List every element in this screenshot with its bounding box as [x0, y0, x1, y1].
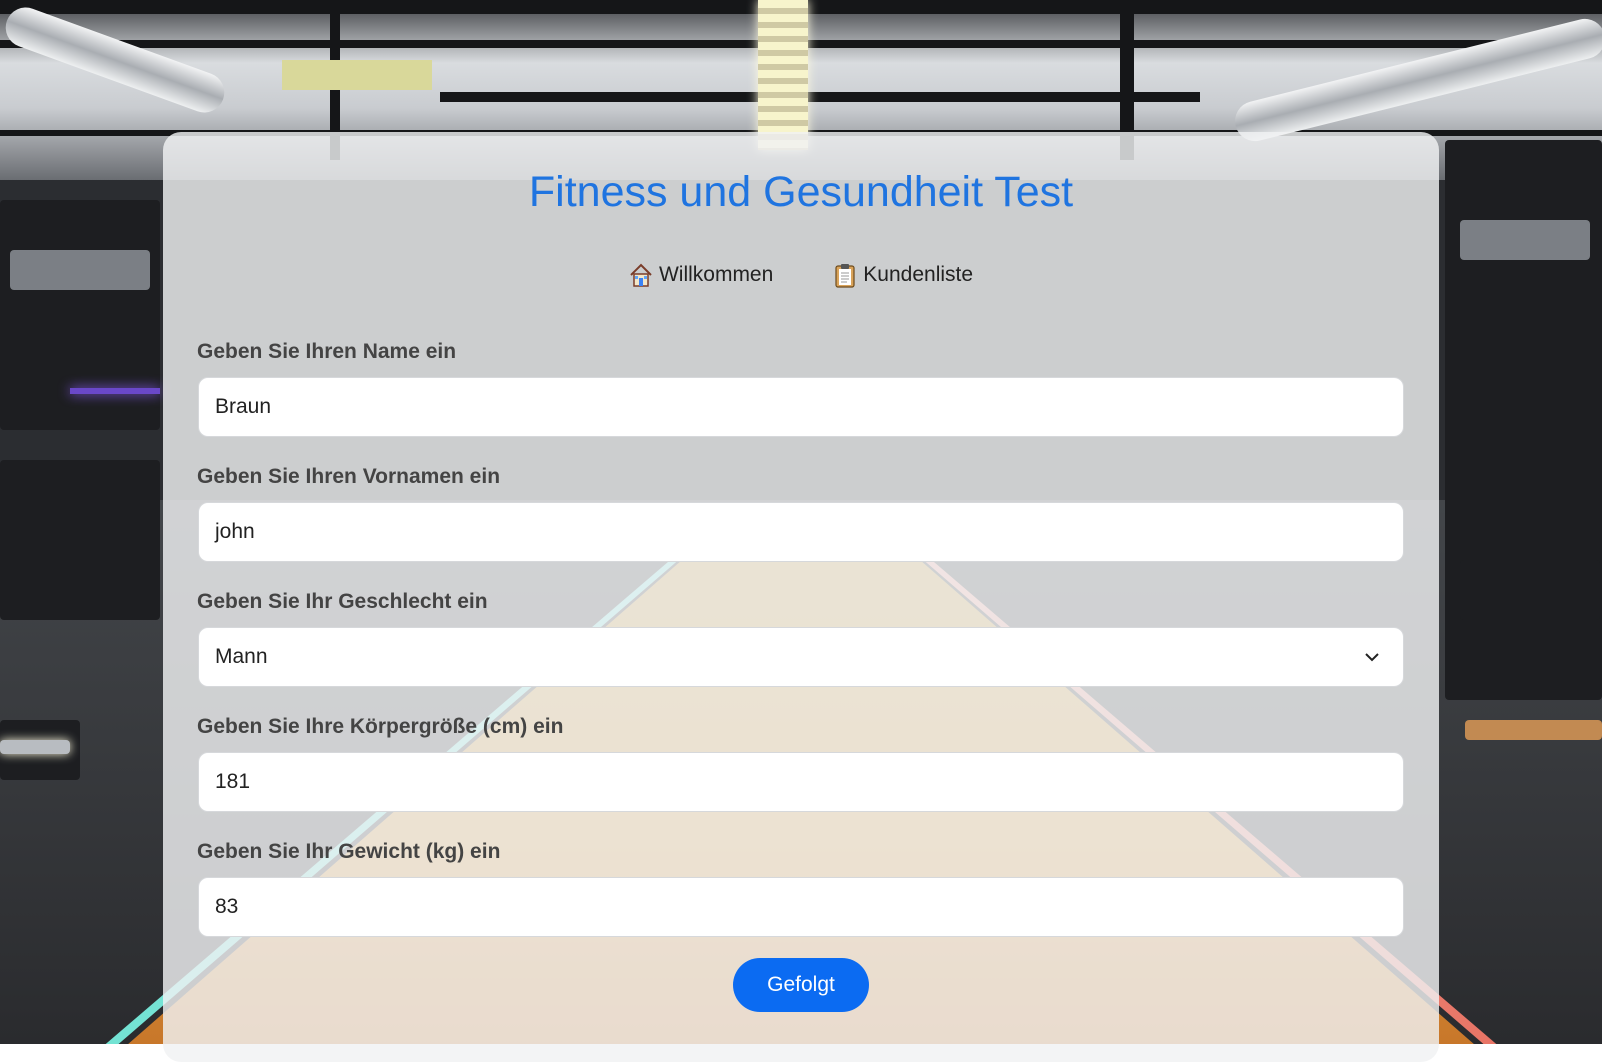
groesse-label: Geben Sie Ihre Körpergröße (cm) ein [197, 715, 564, 738]
gewicht-input[interactable]: 83 [198, 877, 1404, 937]
clipboard-icon [833, 262, 857, 288]
vorname-input-value: john [215, 520, 255, 543]
page-title: Fitness und Gesundheit Test [528, 168, 1074, 216]
geschlecht-select[interactable]: Mann [198, 627, 1404, 687]
nav-label-kundenliste: Kundenliste [863, 263, 974, 286]
name-input-value: Braun [215, 395, 272, 418]
submit-button[interactable]: Gefolgt [733, 958, 869, 1012]
vorname-input[interactable]: john [198, 502, 1404, 562]
nav-bar: Willkommen Kundenliste [0, 262, 1602, 288]
house-icon [629, 262, 653, 288]
gewicht-label: Geben Sie Ihr Gewicht (kg) ein [197, 840, 501, 863]
gewicht-input-value: 83 [215, 895, 239, 918]
nav-link-kundenliste[interactable]: Kundenliste [833, 262, 973, 288]
vorname-label: Geben Sie Ihren Vornamen ein [197, 465, 501, 488]
groesse-input-value: 181 [215, 770, 251, 793]
name-label: Geben Sie Ihren Name ein [197, 340, 457, 363]
chevron-down-icon [1363, 648, 1381, 666]
groesse-input[interactable]: 181 [198, 752, 1404, 812]
geschlecht-select-value: Mann [215, 645, 268, 668]
nav-label-willkommen: Willkommen [658, 263, 774, 286]
geschlecht-label: Geben Sie Ihr Geschlecht ein [197, 590, 488, 613]
nav-link-willkommen[interactable]: Willkommen [629, 262, 773, 288]
name-input[interactable]: Braun [198, 377, 1404, 437]
